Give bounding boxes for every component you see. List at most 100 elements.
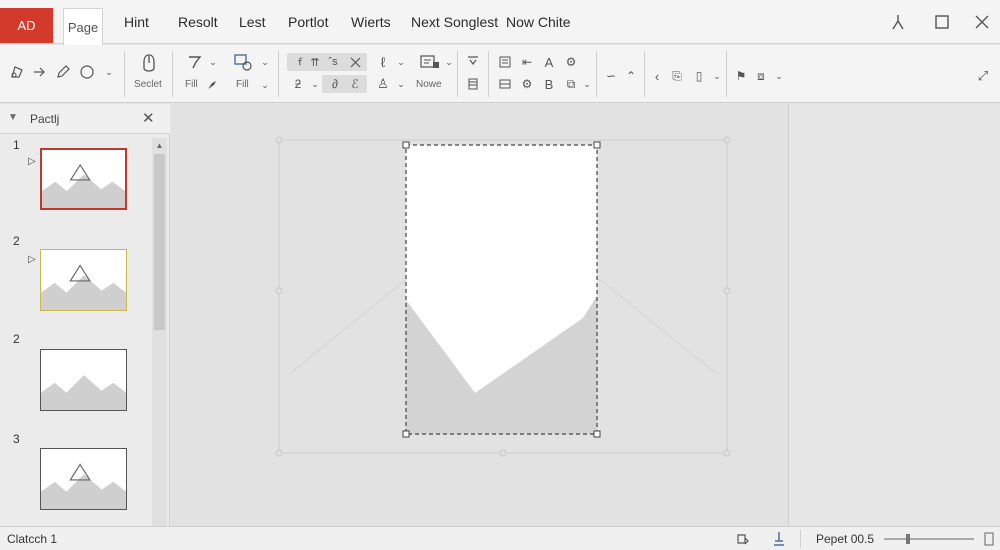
notes-icon[interactable] [734, 530, 752, 548]
chevron-down-icon[interactable]: ⌄ [392, 75, 410, 93]
move-icon[interactable] [418, 53, 442, 71]
tab-lest[interactable]: Lest [239, 0, 265, 44]
chevron-down-icon[interactable]: ⌄ [440, 53, 458, 71]
slide-thumbnail-4[interactable] [40, 448, 127, 510]
close-icon[interactable]: ✕ [142, 109, 155, 127]
comments-icon[interactable] [770, 530, 788, 548]
scroll-up-icon[interactable]: ▲ [152, 138, 167, 152]
text-case-icon[interactable]: ˆs [324, 53, 342, 71]
slide-number: 2 [13, 234, 20, 248]
paint-bucket-icon[interactable] [186, 53, 204, 71]
tab-wierts[interactable]: Wierts [351, 0, 391, 44]
text-spacing-icon[interactable]: ⇈ [306, 53, 324, 71]
maximize-icon[interactable] [930, 10, 954, 34]
chevron-down-icon[interactable]: ⌄ [204, 53, 222, 71]
image-placeholder-icon [41, 250, 126, 310]
effects-icon[interactable]: ℰ [346, 75, 364, 93]
page-icon[interactable]: ⎘ [668, 67, 686, 85]
zoom-slider-handle[interactable] [905, 534, 910, 544]
slide-thumbnail-1[interactable] [40, 148, 127, 210]
fit-to-window-icon[interactable] [980, 530, 998, 548]
status-separator [800, 530, 801, 548]
clear-format-icon[interactable] [346, 53, 364, 71]
expand-ribbon-icon[interactable]: ⤢ [974, 67, 992, 85]
ribbon-separator [457, 51, 458, 97]
tab-portlot[interactable]: Portlot [288, 0, 328, 44]
slide-number: 2 [13, 332, 20, 346]
zoom-slider[interactable] [884, 534, 974, 544]
list-icon[interactable] [496, 53, 514, 71]
copy-icon[interactable]: ⧈ [752, 67, 770, 85]
chevron-down-icon[interactable]: ⌄ [100, 63, 118, 81]
image-placeholder-icon [41, 449, 126, 509]
slide-number: 3 [13, 432, 20, 446]
ribbon-separator [644, 51, 645, 97]
collapse-triangle-icon[interactable]: ▼ [8, 112, 18, 123]
ribbon-separator [596, 51, 597, 97]
slide-thumbnail-2[interactable] [40, 249, 127, 311]
fill2-label: Fill [236, 79, 249, 90]
gear-icon[interactable]: ⚙ [518, 75, 536, 93]
table-icon[interactable] [496, 75, 514, 93]
select-label: Seclet [134, 79, 162, 90]
slide-thumbnail-3[interactable] [40, 349, 127, 411]
pane-title: Pactlj [30, 112, 60, 126]
flag-icon[interactable]: ⚑ [732, 67, 750, 85]
ribbon-toolbar: ⌄ Seclet ⌄ Fill ⌄ Fill ⌄ ꬵ ⇈ ˆs ƻ ⌄ ∂ ℰ … [0, 45, 1000, 103]
align-top-icon[interactable] [464, 53, 482, 71]
tab-resolt[interactable]: Resolt [178, 0, 218, 44]
person-icon[interactable]: ♙ [374, 75, 392, 93]
text-direction-icon[interactable]: ℓ [374, 53, 392, 71]
tab-now-chite[interactable]: Now Chite [506, 0, 571, 44]
shape-outline-icon[interactable] [232, 53, 254, 71]
image-placeholder-icon [42, 150, 125, 208]
ribbon-separator [124, 51, 125, 97]
ribbon-separator [488, 51, 489, 97]
text-a-icon[interactable]: A [540, 53, 558, 71]
chevron-down-icon[interactable]: ⌄ [256, 53, 274, 71]
pane-scrollbar[interactable]: ▲ [152, 138, 167, 526]
menu-bar: AD Page Hint Resolt Lest Portlot Wierts … [0, 0, 1000, 45]
shapes-icon[interactable] [8, 63, 26, 81]
pen-icon[interactable] [54, 63, 72, 81]
pin-icon[interactable] [886, 10, 910, 34]
status-slide-indicator: Clatcch 1 [7, 532, 58, 546]
format-side-panel [788, 104, 1000, 526]
brush-icon[interactable] [203, 76, 221, 94]
wave-icon[interactable]: ∽ [602, 67, 620, 85]
undo-arrow-icon[interactable]: ⇤ [518, 53, 536, 71]
distribute-icon[interactable] [464, 75, 482, 93]
zoom-text: Pepet 00.5 [816, 532, 875, 546]
app-logo[interactable]: AD [0, 8, 53, 43]
close-icon[interactable] [970, 10, 994, 34]
chevron-down-icon[interactable]: ⌄ [770, 67, 788, 85]
circle-icon[interactable] [78, 63, 96, 81]
chevron-left-icon[interactable]: ‹ [648, 67, 666, 85]
status-bar: Clatcch 1 Pepet 00.5 [0, 526, 1000, 550]
settings-icon[interactable]: ⚙ [562, 53, 580, 71]
scrollbar-thumb[interactable] [154, 154, 165, 330]
chevron-down-icon[interactable]: ⌄ [578, 75, 596, 93]
fill-label: Fill [185, 79, 198, 90]
move-label: Nowe [416, 79, 442, 90]
slide-number: 1 [13, 138, 20, 152]
app-window: AD Page Hint Resolt Lest Portlot Wierts … [0, 0, 1000, 550]
crop-icon[interactable]: ∂ [326, 75, 344, 93]
ribbon-separator [278, 51, 279, 97]
document-icon[interactable]: ▯ [690, 67, 708, 85]
chevron-down-icon[interactable]: ⌄ [256, 76, 274, 94]
ribbon-separator [726, 51, 727, 97]
select-icon[interactable] [139, 53, 159, 75]
arrow-right-icon[interactable] [30, 63, 48, 81]
slide-canvas[interactable] [171, 104, 788, 526]
tab-hint[interactable]: Hint [124, 0, 149, 44]
caret-up-icon[interactable]: ⌃ [622, 67, 640, 85]
tab-next-songlest[interactable]: Next Songlest [411, 0, 498, 44]
chevron-down-icon[interactable]: ⌄ [708, 67, 726, 85]
rotate-icon[interactable]: ƻ [289, 75, 307, 93]
bold-b-icon[interactable]: B [540, 75, 558, 93]
chevron-down-icon[interactable]: ⌄ [392, 53, 410, 71]
tab-page[interactable]: Page [63, 8, 103, 45]
slides-pane: ▼ Pactlj ✕ 1 ▷ 2 ▷ 2 3 ▲ [0, 104, 170, 526]
cursor-icon: ▷ [28, 156, 36, 167]
